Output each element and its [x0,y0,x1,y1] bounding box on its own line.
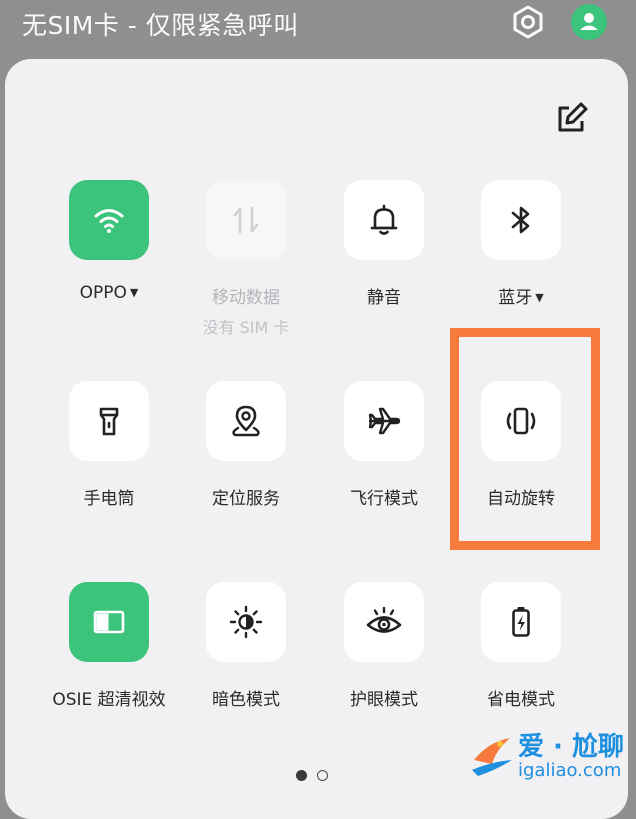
watermark-url: igaliao.com [518,760,622,781]
osie-icon [93,610,125,634]
watermark-logo-icon [472,738,512,776]
edit-icon[interactable] [552,100,590,138]
mobile-data-icon [233,206,259,234]
dropdown-caret-icon: ▼ [535,291,544,304]
watermark-title: 爱 · 尬聊 [518,732,624,762]
tile-silent-button[interactable] [344,180,424,260]
tile-battery-saver[interactable]: 省电模式 [451,582,591,710]
tile-airplane-button[interactable] [344,381,424,461]
tile-wifi[interactable]: OPPO ▼ [39,180,179,303]
battery-saver-icon [512,607,530,637]
tile-wifi-button[interactable] [69,180,149,260]
tile-mobile-data-button[interactable] [206,180,286,260]
tile-dark-mode[interactable]: 暗色模式 [176,582,316,710]
tile-flashlight-label: 手电筒 [83,489,135,509]
tile-osie-label: OSIE 超清视效 [52,690,166,710]
tile-silent-label: 静音 [367,288,401,308]
tile-location[interactable]: 定位服务 [176,381,316,509]
tile-flashlight[interactable]: 手电筒 [39,381,179,509]
tile-bluetooth[interactable]: 蓝牙 ▼ [451,180,591,308]
page-dot-inactive[interactable] [317,770,328,781]
watermark: 爱 · 尬聊 igaliao.com [470,726,630,786]
bluetooth-icon [511,206,530,234]
dropdown-caret-icon: ▼ [129,286,139,299]
tile-location-button[interactable] [206,381,286,461]
tile-bluetooth-button[interactable] [481,180,561,260]
tile-battery-saver-label: 省电模式 [487,690,555,710]
tile-airplane[interactable]: 飞行模式 [314,381,454,509]
airplane-icon [368,407,401,435]
bell-icon [370,204,398,235]
tile-mobile-data[interactable]: 移动数据 没有 SIM 卡 [176,180,316,338]
tile-silent[interactable]: 静音 [314,180,454,308]
tile-wifi-label: OPPO ▼ [79,283,139,303]
tile-battery-saver-button[interactable] [481,582,561,662]
tile-eye-care[interactable]: 护眼模式 [314,582,454,710]
dark-mode-icon [229,605,263,639]
eye-care-icon [366,606,402,633]
tile-mobile-data-sublabel: 没有 SIM 卡 [202,318,290,337]
status-title: 无SIM卡 - 仅限紧急呼叫 [22,11,299,40]
tile-eye-care-label: 护眼模式 [350,690,418,710]
wifi-icon [94,209,124,233]
tile-eye-care-button[interactable] [344,582,424,662]
page-dot-active[interactable] [296,770,307,781]
tile-mobile-data-label: 移动数据 [212,288,280,308]
tile-airplane-label: 飞行模式 [350,489,418,509]
page-indicator [296,770,328,781]
location-icon [232,405,260,437]
highlight-box [450,328,600,550]
flashlight-icon [99,407,119,436]
tile-flashlight-button[interactable] [69,381,149,461]
user-avatar-icon[interactable] [571,4,607,40]
tile-location-label: 定位服务 [212,489,280,509]
tile-osie[interactable]: OSIE 超清视效 [39,582,179,710]
tile-dark-mode-label: 暗色模式 [212,690,280,710]
gear-hexagon-icon[interactable] [510,4,546,40]
tile-dark-mode-button[interactable] [206,582,286,662]
tile-osie-button[interactable] [69,582,149,662]
tile-bluetooth-label: 蓝牙 ▼ [498,288,544,308]
status-bar: 无SIM卡 - 仅限紧急呼叫 [0,0,636,50]
